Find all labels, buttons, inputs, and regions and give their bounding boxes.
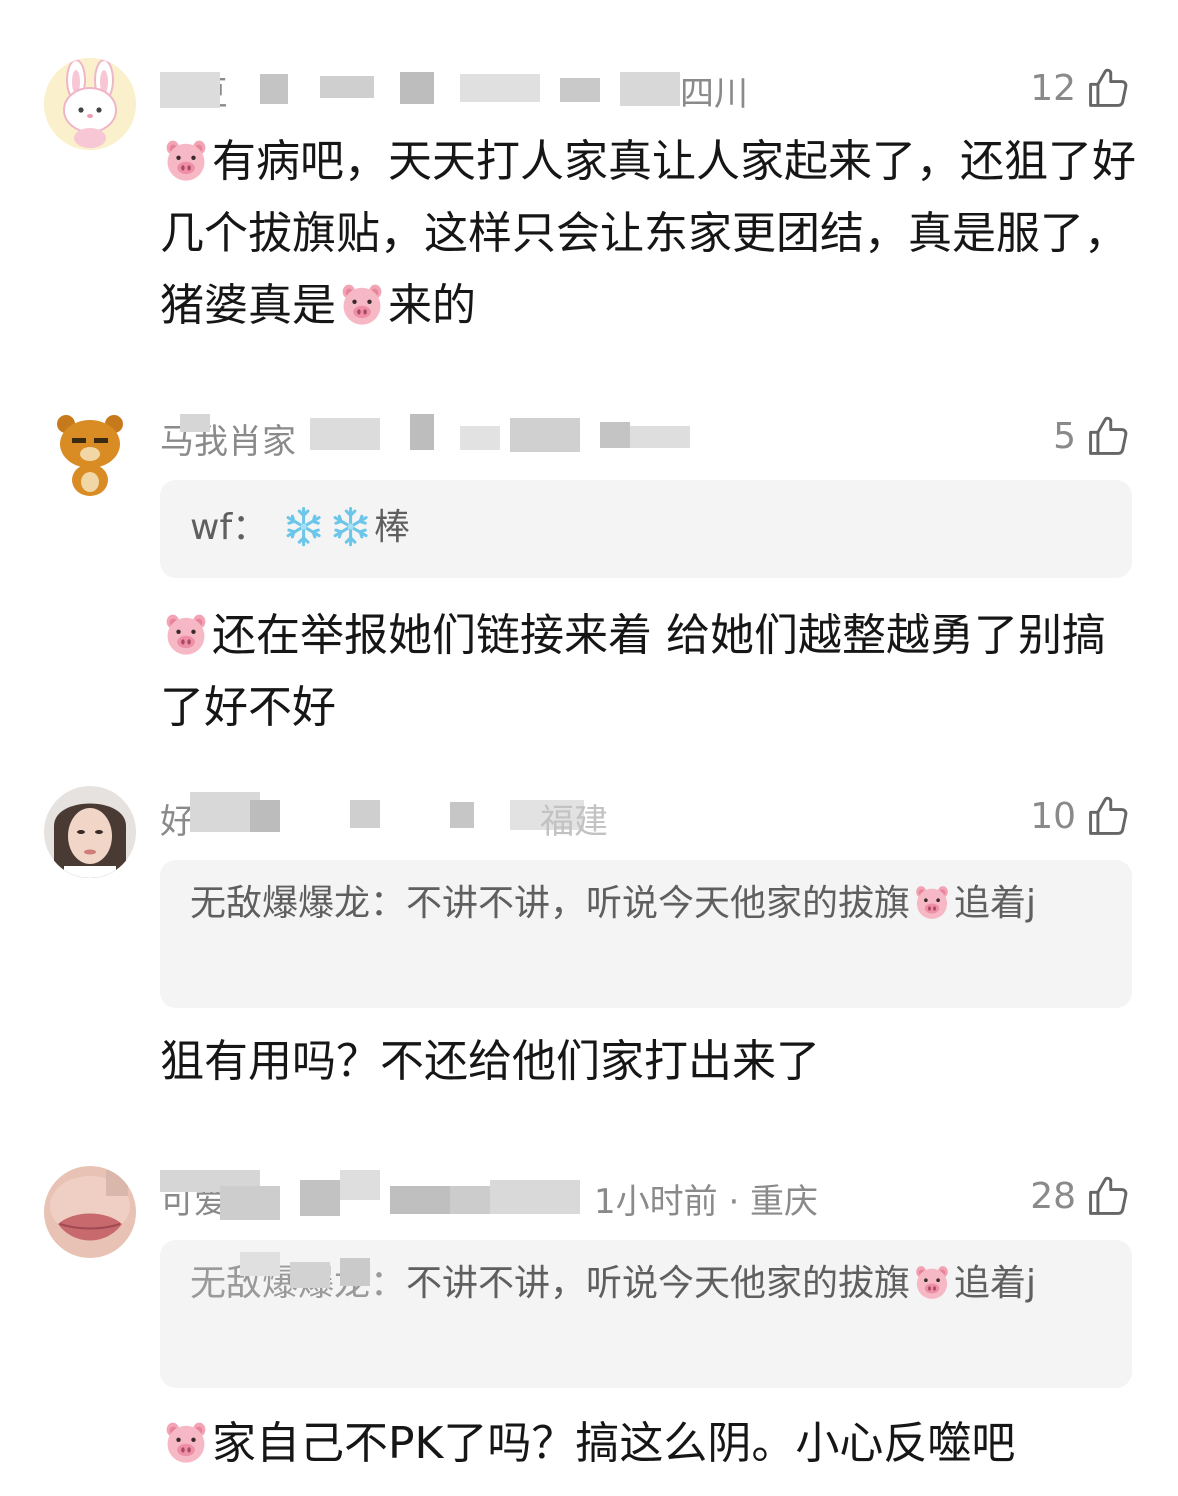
quote-text: 追着j [954,883,1037,924]
quote-text: 棒 [373,507,410,548]
quoted-reply[interactable]: 无敌爆爆龙：不讲不讲，听说今天他家的拔旗追着j [160,1240,1132,1388]
quoted-reply[interactable]: 无敌爆爆龙：不讲不讲，听说今天他家的拔旗 追着j [160,860,1132,1008]
quote-text: 追着j [954,1263,1037,1304]
comment-text: 狙有用吗？不还给他们家打出来了 [160,1036,820,1087]
thumbs-up-icon[interactable] [1086,1173,1130,1219]
thumbs-up-icon[interactable] [1086,793,1130,839]
bear-avatar-icon[interactable] [44,406,136,498]
comment-text: 家自己不PK了吗？搞这么阴。小心反噬吧 [160,1408,1140,1480]
like-button[interactable]: 10 [1030,786,1130,846]
pig-emoji-icon [914,1264,950,1300]
snowflake-emoji-icon [329,505,372,548]
quote-author: 无敌爆爆龙： [190,883,407,924]
pig-emoji-icon [164,612,208,656]
username[interactable]: 好 [160,794,194,843]
pig-emoji-icon [164,1420,208,1464]
bunny-avatar-icon[interactable] [44,58,136,150]
quoted-reply[interactable]: wf： 棒 [160,480,1132,578]
lips-avatar-icon[interactable] [44,1166,136,1258]
quote-author: wf： [190,507,269,548]
like-count: 10 [1030,795,1076,837]
pig-emoji-icon [914,884,950,920]
comment-meta: 好 福建 10 [160,786,1130,846]
comment-text: 有病吧，天天打人家真让人家起来了，还狙了好几个拔旗贴，这样只会让东家更团结，真是… [160,136,1136,331]
like-count: 5 [1053,415,1076,457]
comment-location: 福建 [540,802,608,842]
photo-avatar-icon[interactable] [44,786,136,878]
like-button[interactable]: 12 [1030,58,1130,118]
comment-text: 还在举报她们链接来着 给她们越整越勇了别搞了好不好 [160,610,1106,733]
thumbs-up-icon[interactable] [1086,413,1130,459]
pig-emoji-icon [164,138,208,182]
comment-location: 四川 [680,74,748,114]
pig-emoji-icon [340,282,384,326]
like-count: 12 [1030,67,1076,109]
comment-time-location: 1小时前 · 重庆 [594,1182,819,1222]
like-button[interactable]: 28 [1030,1166,1130,1226]
quote-text: 不讲不讲，听说今天他家的拔旗 [406,1263,911,1304]
snowflake-emoji-icon [282,505,325,548]
comment-meta: 可爱 1小时前 · 重庆 28 [160,1166,1130,1226]
comment-meta: 豆豆 四川 12 [160,58,1130,118]
comment-meta: 马我肖家 5 [160,406,1130,466]
quote-text: 不讲不讲，听说今天他家的拔旗 [406,883,911,924]
like-button[interactable]: 5 [1053,406,1130,466]
like-count: 28 [1030,1175,1076,1217]
thumbs-up-icon[interactable] [1086,65,1130,111]
